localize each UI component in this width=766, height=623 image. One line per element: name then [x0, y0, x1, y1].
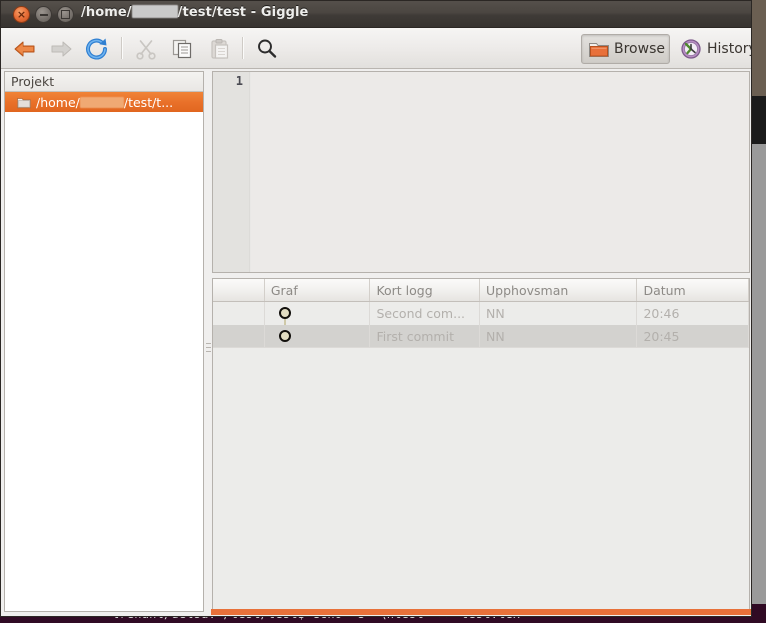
- back-button[interactable]: [9, 33, 41, 64]
- splitter-grip: [206, 343, 211, 355]
- commit-history-table[interactable]: Graf Kort logg Upphovsman Datum Second c…: [212, 278, 750, 612]
- column-header-shortlog[interactable]: Kort logg: [370, 279, 481, 301]
- paste-icon: [209, 38, 231, 60]
- row-shortlog-cell: Second com...: [370, 302, 481, 325]
- folder-icon: [588, 39, 610, 59]
- row-blank-cell: [213, 302, 265, 325]
- row-date-cell: 20:46: [637, 302, 749, 325]
- table-row[interactable]: Second com... NN 20:46: [213, 302, 749, 325]
- table-empty-area[interactable]: [213, 347, 749, 611]
- row-author-cell: NN: [480, 302, 638, 325]
- pane-splitter[interactable]: [205, 71, 212, 612]
- clock-icon: [680, 38, 702, 60]
- row-graph-cell: [265, 325, 371, 348]
- folder-icon: [17, 96, 31, 109]
- background-strip-top: [752, 0, 766, 96]
- window-title: /home/ /test/test - Giggle: [81, 5, 308, 20]
- search-button[interactable]: [251, 33, 283, 64]
- project-sidebar: Projekt /home/ /test/t...: [4, 71, 204, 612]
- file-content-area[interactable]: [251, 72, 749, 272]
- minimize-icon: [36, 7, 51, 22]
- browse-button[interactable]: Browse: [581, 34, 670, 64]
- copy-icon: [171, 38, 195, 60]
- column-header-author[interactable]: Upphovsman: [480, 279, 638, 301]
- sidebar-header: Projekt: [5, 72, 203, 92]
- line-number: 1: [235, 74, 243, 88]
- main-toolbar: Browse History: [1, 28, 751, 69]
- graph-node-icon: [278, 307, 291, 319]
- graph-node-icon: [278, 330, 291, 342]
- row-date-cell: 20:45: [637, 325, 749, 348]
- table-row[interactable]: First commit NN 20:45: [213, 325, 749, 348]
- back-arrow-icon: [13, 39, 37, 59]
- sidebar-item-project[interactable]: /home/ /test/t...: [5, 92, 203, 112]
- row-blank-cell: [213, 325, 265, 348]
- window-title-prefix: /home/: [81, 5, 132, 20]
- paste-button: [204, 33, 236, 64]
- redacted-username: [131, 5, 178, 18]
- history-button[interactable]: History: [676, 34, 752, 64]
- line-number-gutter: 1: [213, 72, 250, 272]
- reload-icon: [85, 38, 109, 60]
- table-header-row: Graf Kort logg Upphovsman Datum: [213, 279, 749, 302]
- search-icon: [255, 37, 279, 61]
- giggle-window: × /home/ /test/test - Giggle Browse Histo…: [0, 0, 752, 617]
- background-panel-gray: [752, 144, 766, 604]
- close-icon: ×: [16, 8, 27, 21]
- right-pane-column: 1 Graf Kort logg Upphovsman Datum Second…: [212, 71, 750, 612]
- background-panel-dark: [752, 96, 766, 144]
- sidebar-header-label: Projekt: [11, 74, 55, 89]
- reload-button[interactable]: [81, 33, 113, 64]
- project-path-prefix: /home/: [36, 94, 80, 110]
- window-bottom-accent: [211, 609, 751, 615]
- window-body: Projekt /home/ /test/t... 1 Graf Kort log…: [1, 69, 751, 616]
- window-titlebar[interactable]: × /home/ /test/test - Giggle: [1, 1, 751, 28]
- forward-button: [45, 33, 77, 64]
- maximize-icon: [58, 7, 73, 22]
- maximize-button[interactable]: [57, 6, 74, 23]
- redacted-username: [79, 96, 124, 108]
- browse-label: Browse: [614, 41, 665, 57]
- close-button[interactable]: ×: [13, 6, 30, 23]
- window-title-suffix: /test/test - Giggle: [177, 5, 309, 20]
- row-shortlog-cell: First commit: [370, 325, 481, 348]
- row-author-cell: NN: [480, 325, 638, 348]
- column-header-blank[interactable]: [213, 279, 265, 301]
- minimize-button[interactable]: [35, 6, 52, 23]
- column-header-graph[interactable]: Graf: [265, 279, 371, 301]
- sidebar-item-label: /home/ /test/t...: [36, 95, 173, 110]
- scissors-icon: [135, 38, 157, 60]
- row-graph-cell: [265, 302, 371, 325]
- history-label: History: [707, 41, 752, 57]
- cut-button: [130, 33, 162, 64]
- column-header-date[interactable]: Datum: [637, 279, 749, 301]
- copy-button[interactable]: [167, 33, 199, 64]
- toolbar-separator: [121, 37, 123, 59]
- toolbar-separator-2: [242, 37, 244, 59]
- file-view-pane[interactable]: 1: [212, 71, 750, 273]
- forward-arrow-icon: [49, 39, 73, 59]
- project-path-suffix: /test/t...: [123, 94, 174, 110]
